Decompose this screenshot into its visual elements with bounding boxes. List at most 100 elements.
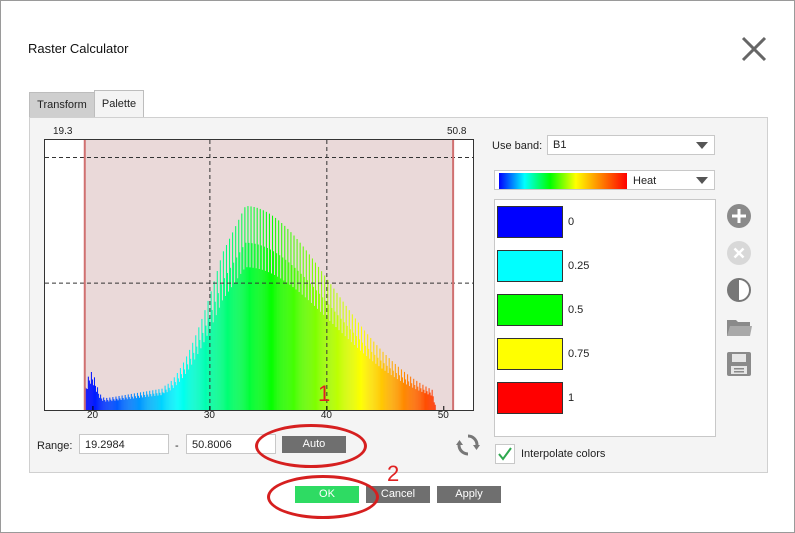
histogram-bar [261, 269, 263, 410]
annotation-circle-auto [255, 424, 367, 468]
histogram-bar [424, 393, 426, 410]
histogram-bar [237, 278, 239, 410]
range-min-field[interactable]: 19.2984 [79, 434, 169, 454]
color-stop-swatch[interactable] [497, 382, 563, 414]
histogram-bar [382, 351, 384, 410]
histogram-bar [259, 208, 261, 410]
palette-select[interactable]: Heat [494, 170, 715, 190]
histogram-bar [252, 267, 254, 410]
histogram-bar [229, 238, 231, 410]
histogram-bar [233, 262, 235, 410]
histogram-bar [152, 390, 154, 410]
histogram-bar [101, 398, 103, 410]
histogram-bar [336, 292, 338, 410]
histogram-bar [204, 310, 206, 410]
histogram-bar [205, 325, 207, 410]
histogram-bar [251, 243, 253, 410]
histogram-bar [306, 280, 308, 410]
histogram-bar [160, 395, 162, 410]
contrast-icon[interactable] [726, 277, 752, 303]
histogram-bar [156, 393, 158, 410]
apply-button[interactable]: Apply [437, 486, 501, 503]
histogram-bar [113, 399, 115, 410]
histogram-bar [179, 368, 181, 410]
color-stop-value: 0.25 [568, 260, 590, 272]
histogram-bar [174, 382, 176, 410]
histogram-bar [428, 388, 430, 410]
interpolate-checkbox[interactable] [495, 444, 515, 464]
histogram-bar [232, 232, 234, 410]
histogram-bar [392, 370, 394, 410]
add-icon[interactable] [726, 203, 752, 229]
histogram-bar [408, 381, 410, 410]
tab-palette[interactable]: Palette [94, 90, 144, 117]
histogram-bar [313, 305, 315, 410]
histogram-bar [112, 397, 114, 410]
histogram-bar [279, 255, 281, 410]
histogram-bar [430, 395, 432, 410]
histogram-bar [394, 363, 396, 410]
histogram-bar [146, 391, 148, 410]
histogram-bar [249, 267, 251, 410]
histogram-bar [109, 397, 111, 410]
histogram-bar [333, 288, 335, 410]
histogram-bar [133, 393, 135, 410]
histogram-bar [220, 284, 222, 410]
interpolate-label: Interpolate colors [521, 448, 606, 460]
histogram-bar [267, 272, 269, 410]
histogram-bar [102, 400, 104, 410]
histogram-bar [362, 342, 364, 410]
histogram-bar [184, 369, 186, 410]
histogram-bar [342, 301, 344, 410]
color-stop-swatch[interactable] [497, 206, 563, 238]
folder-icon[interactable] [726, 314, 752, 340]
histogram-bar [431, 389, 433, 410]
histogram-bar [303, 276, 305, 410]
histogram-bar [210, 291, 212, 410]
histogram-bar [270, 273, 273, 410]
histogram-bar [272, 215, 274, 410]
remove-icon[interactable] [726, 240, 752, 266]
histogram-bar [136, 392, 138, 410]
histogram-bar [412, 387, 414, 410]
histogram-bar [355, 336, 357, 410]
histogram-bar [370, 337, 372, 410]
histogram-bar [145, 397, 147, 410]
histogram-bar [361, 326, 363, 410]
color-stop-swatch[interactable] [497, 338, 563, 370]
histogram[interactable] [44, 139, 474, 411]
histogram-bar [247, 206, 249, 410]
tab-transform[interactable]: Transform [29, 92, 95, 117]
histogram-bar [150, 394, 152, 410]
save-icon[interactable] [726, 351, 752, 377]
color-stop-value: 1 [568, 392, 575, 404]
refresh-icon[interactable] [456, 433, 480, 457]
histogram-bar [217, 293, 219, 410]
histogram-bar [148, 396, 150, 410]
histogram-bar [411, 383, 413, 410]
histogram-bar [416, 380, 418, 410]
histogram-bar [337, 315, 339, 410]
histogram-bar [207, 300, 209, 410]
histogram-bar [397, 366, 399, 410]
x-tick-label: 40 [320, 410, 332, 421]
histogram-bar [334, 311, 336, 410]
histogram-bar [422, 384, 424, 410]
color-stop-swatch[interactable] [497, 294, 563, 326]
histogram-bar [218, 307, 220, 410]
histogram-bar [413, 378, 415, 410]
histogram-bar [284, 225, 286, 410]
close-icon[interactable] [739, 34, 769, 64]
color-stop-swatch[interactable] [497, 250, 563, 282]
histogram-bar [316, 290, 318, 410]
histogram-bar [147, 394, 149, 410]
histogram-bar [348, 310, 350, 410]
histogram-bar [429, 392, 431, 410]
histogram-bar [114, 400, 116, 410]
histogram-bar [347, 339, 349, 410]
band-select[interactable]: B1 [547, 135, 715, 155]
histogram-bar [294, 267, 296, 410]
histogram-bar [353, 344, 355, 410]
histogram-bar [97, 387, 99, 410]
histogram-bar [222, 251, 224, 410]
